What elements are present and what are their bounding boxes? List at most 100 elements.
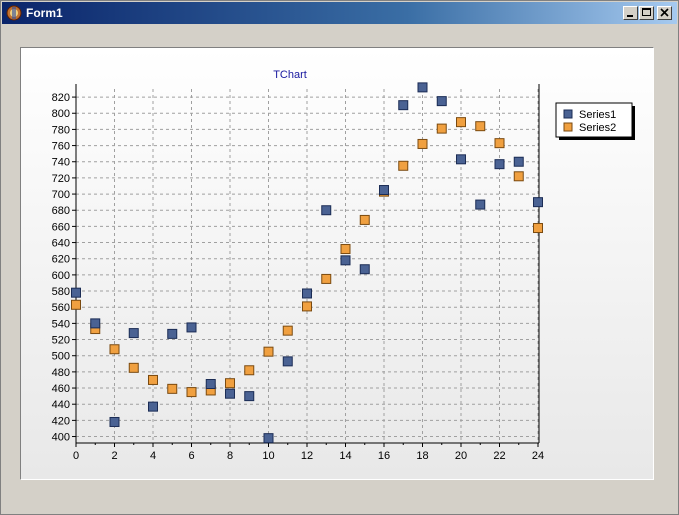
y-tick-label: 620 [52, 254, 70, 266]
y-tick-label: 660 [52, 221, 70, 233]
series2-point [71, 299, 81, 310]
grid [75, 89, 539, 443]
series2-point [456, 117, 466, 128]
series1-point [533, 197, 543, 208]
series2-point [128, 362, 139, 373]
series2-point [533, 223, 543, 234]
x-tick-label: 0 [73, 450, 79, 462]
minimize-button[interactable] [623, 6, 638, 20]
maximize-icon [642, 8, 651, 16]
series2-point [436, 123, 447, 134]
axes: 0 2 4 6 8 10 12 14 16 18 20 22 244004204404604805005… [52, 84, 544, 462]
y-tick-label: 560 [52, 302, 70, 314]
app-icon[interactable] [6, 5, 22, 21]
y-tick-label: 480 [52, 367, 70, 379]
y-tick-label: 640 [52, 238, 70, 250]
x-tick-label: 16 [378, 450, 390, 462]
main-window: Form1 TChart 0 2 4 6 8 10 12 14 16 18 20 22 24 400 420… [0, 0, 679, 515]
y-tick-label: 720 [52, 173, 70, 185]
series1-point [379, 185, 389, 196]
x-tick-label: 10 [262, 450, 274, 462]
y-tick-label: 780 [52, 124, 70, 136]
title-bar[interactable]: Form1 [2, 2, 677, 24]
y-tick-label: 540 [52, 318, 70, 330]
series1-point [225, 388, 235, 399]
y-tick-label: 740 [52, 157, 70, 169]
series1-point [494, 159, 505, 170]
series1-point [340, 255, 351, 266]
series1-point [359, 264, 370, 275]
maximize-button[interactable] [639, 6, 654, 20]
y-tick-label: 760 [52, 141, 70, 153]
series1-point [109, 416, 120, 427]
series2-point [513, 171, 524, 182]
series1-point [417, 82, 428, 93]
y-tick-label: 700 [52, 189, 70, 201]
series1-point [128, 328, 139, 339]
scatter-chart: TChart 0 2 4 6 8 10 12 14 16 18 20 22 24400420440460… [52, 69, 635, 462]
series1-point [321, 205, 332, 216]
close-button[interactable] [657, 6, 672, 20]
series2-point [340, 244, 351, 255]
chart-title: TChart [273, 69, 307, 81]
series1-point [263, 433, 274, 444]
series2-point [475, 121, 486, 132]
series1-points [71, 82, 543, 444]
series1-point [71, 287, 81, 298]
y-tick-label: 440 [52, 399, 70, 411]
series1-point [398, 100, 409, 111]
x-tick-label: 8 [227, 450, 233, 462]
series1-point [205, 379, 216, 389]
legend-swatch-series1 [563, 109, 573, 119]
series2-point [359, 214, 370, 225]
series2-point [244, 365, 255, 376]
x-tick-label: 4 [150, 450, 156, 462]
series2-point [417, 138, 428, 149]
series1-point [513, 156, 524, 167]
chart-panel[interactable]: TChart 0 2 4 6 8 10 12 14 16 18 20 22 24 400 420 440 460… [20, 47, 654, 480]
series1-point [456, 154, 466, 165]
series1-point [282, 356, 293, 367]
series2-point [225, 378, 235, 389]
series2-point [494, 138, 505, 149]
minimize-icon [627, 15, 633, 17]
series1-point [167, 328, 178, 339]
y-tick-label: 820 [52, 92, 70, 104]
series2-point [263, 346, 274, 357]
y-tick-label: 680 [52, 205, 70, 217]
close-icon [660, 8, 669, 17]
series2-point [148, 374, 158, 385]
y-tick-label: 800 [52, 108, 70, 120]
series2-point [186, 387, 197, 398]
series2-point [109, 344, 120, 355]
y-tick-label: 500 [52, 351, 70, 363]
series1-point [475, 199, 486, 210]
x-tick-label: 2 [111, 450, 117, 462]
window-title: Form1 [26, 6, 63, 20]
y-tick-label: 400 [52, 432, 70, 444]
series2-point [302, 301, 312, 312]
y-tick-label: 460 [52, 383, 70, 395]
series2-point [398, 160, 409, 171]
x-tick-label: 24 [532, 450, 544, 462]
series2-point [167, 383, 178, 394]
series1-point [90, 318, 101, 329]
y-tick-label: 600 [52, 270, 70, 282]
series2-point [282, 325, 293, 336]
legend-label-series1: Series1 [579, 109, 616, 121]
x-tick-label: 12 [301, 450, 313, 462]
legend-swatch-series2 [563, 122, 573, 132]
x-tick-label: 14 [339, 450, 351, 462]
legend-label-series2: Series2 [579, 122, 616, 134]
series1-point [148, 401, 158, 412]
legend: Series1 Series2 [555, 102, 635, 140]
x-tick-label: 20 [455, 450, 467, 462]
series1-point [436, 96, 447, 107]
y-tick-label: 420 [52, 415, 70, 427]
series1-point [302, 288, 312, 299]
x-tick-label: 6 [188, 450, 194, 462]
y-tick-label: 580 [52, 286, 70, 298]
series1-point [244, 391, 255, 402]
y-tick-label: 520 [52, 335, 70, 347]
series2-point [321, 273, 332, 284]
